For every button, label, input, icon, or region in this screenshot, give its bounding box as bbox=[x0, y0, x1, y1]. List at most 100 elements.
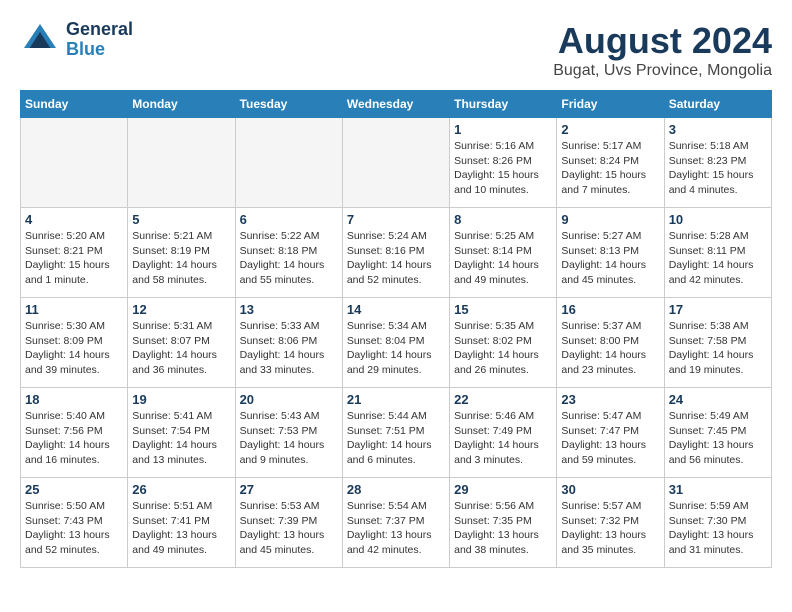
day-info: Sunrise: 5:16 AM Sunset: 8:26 PM Dayligh… bbox=[454, 139, 552, 198]
logo-text: General Blue bbox=[66, 20, 133, 60]
calendar-cell: 11 Sunrise: 5:30 AM Sunset: 8:09 PM Dayli… bbox=[21, 298, 128, 388]
calendar-cell: 5Sunrise: 5:21 AM Sunset: 8:19 PM Daylig… bbox=[128, 208, 235, 298]
calendar-cell: 6 Sunrise: 5:22 AM Sunset: 8:18 PM Daylig… bbox=[235, 208, 342, 298]
weekday-header: Saturday bbox=[664, 91, 771, 118]
calendar-table: SundayMondayTuesdayWednesdayThursdayFrid… bbox=[20, 90, 772, 568]
calendar-cell: 31Sunrise: 5:59 AM Sunset: 7:30 PM Dayli… bbox=[664, 478, 771, 568]
weekday-header: Thursday bbox=[450, 91, 557, 118]
day-number: 16 bbox=[561, 302, 659, 317]
calendar-cell bbox=[21, 118, 128, 208]
day-number: 4 bbox=[25, 212, 123, 227]
main-title: August 2024 bbox=[553, 20, 772, 62]
calendar-cell: 14 Sunrise: 5:34 AM Sunset: 8:04 PM Dayli… bbox=[342, 298, 449, 388]
calendar-cell: 1 Sunrise: 5:16 AM Sunset: 8:26 PM Daylig… bbox=[450, 118, 557, 208]
day-number: 11 bbox=[25, 302, 123, 317]
day-number: 25 bbox=[25, 482, 123, 497]
day-number: 28 bbox=[347, 482, 445, 497]
calendar-cell: 22Sunrise: 5:46 AM Sunset: 7:49 PM Dayli… bbox=[450, 388, 557, 478]
day-number: 19 bbox=[132, 392, 230, 407]
weekday-header-row: SundayMondayTuesdayWednesdayThursdayFrid… bbox=[21, 91, 772, 118]
calendar-cell bbox=[235, 118, 342, 208]
calendar-cell: 17 Sunrise: 5:38 AM Sunset: 7:58 PM Dayli… bbox=[664, 298, 771, 388]
calendar-cell: 23Sunrise: 5:47 AM Sunset: 7:47 PM Dayli… bbox=[557, 388, 664, 478]
calendar-cell: 19 Sunrise: 5:41 AM Sunset: 7:54 PM Dayli… bbox=[128, 388, 235, 478]
logo-icon bbox=[20, 20, 60, 60]
day-info: Sunrise: 5:41 AM Sunset: 7:54 PM Dayligh… bbox=[132, 409, 230, 468]
calendar-cell: 20 Sunrise: 5:43 AM Sunset: 7:53 PM Dayli… bbox=[235, 388, 342, 478]
day-info: Sunrise: 5:37 AM Sunset: 8:00 PM Dayligh… bbox=[561, 319, 659, 378]
day-info: Sunrise: 5:44 AM Sunset: 7:51 PM Dayligh… bbox=[347, 409, 445, 468]
day-number: 21 bbox=[347, 392, 445, 407]
calendar-week-row: 18 Sunrise: 5:40 AM Sunset: 7:56 PM Dayli… bbox=[21, 388, 772, 478]
weekday-header: Monday bbox=[128, 91, 235, 118]
day-info: Sunrise: 5:50 AM Sunset: 7:43 PM Dayligh… bbox=[25, 499, 123, 558]
day-number: 30 bbox=[561, 482, 659, 497]
page-header: General Blue August 2024 Bugat, Uvs Prov… bbox=[20, 20, 772, 80]
day-number: 9 bbox=[561, 212, 659, 227]
calendar-week-row: 4 Sunrise: 5:20 AM Sunset: 8:21 PM Daylig… bbox=[21, 208, 772, 298]
calendar-cell: 9 Sunrise: 5:27 AM Sunset: 8:13 PM Daylig… bbox=[557, 208, 664, 298]
calendar-cell: 28Sunrise: 5:54 AM Sunset: 7:37 PM Dayli… bbox=[342, 478, 449, 568]
calendar-cell: 8 Sunrise: 5:25 AM Sunset: 8:14 PM Daylig… bbox=[450, 208, 557, 298]
day-info: Sunrise: 5:20 AM Sunset: 8:21 PM Dayligh… bbox=[25, 229, 123, 288]
day-number: 1 bbox=[454, 122, 552, 137]
day-info: Sunrise: 5:17 AM Sunset: 8:24 PM Dayligh… bbox=[561, 139, 659, 198]
day-number: 13 bbox=[240, 302, 338, 317]
day-info: Sunrise: 5:30 AM Sunset: 8:09 PM Dayligh… bbox=[25, 319, 123, 378]
day-info: Sunrise: 5:24 AM Sunset: 8:16 PM Dayligh… bbox=[347, 229, 445, 288]
day-info: Sunrise: 5:53 AM Sunset: 7:39 PM Dayligh… bbox=[240, 499, 338, 558]
day-info: Sunrise: 5:43 AM Sunset: 7:53 PM Dayligh… bbox=[240, 409, 338, 468]
calendar-cell: 26 Sunrise: 5:51 AM Sunset: 7:41 PM Dayli… bbox=[128, 478, 235, 568]
day-info: Sunrise: 5:25 AM Sunset: 8:14 PM Dayligh… bbox=[454, 229, 552, 288]
calendar-cell: 21 Sunrise: 5:44 AM Sunset: 7:51 PM Dayli… bbox=[342, 388, 449, 478]
calendar-cell: 30 Sunrise: 5:57 AM Sunset: 7:32 PM Dayli… bbox=[557, 478, 664, 568]
day-number: 6 bbox=[240, 212, 338, 227]
day-info: Sunrise: 5:49 AM Sunset: 7:45 PM Dayligh… bbox=[669, 409, 767, 468]
calendar-cell: 10 Sunrise: 5:28 AM Sunset: 8:11 PM Dayli… bbox=[664, 208, 771, 298]
day-number: 8 bbox=[454, 212, 552, 227]
day-number: 15 bbox=[454, 302, 552, 317]
day-info: Sunrise: 5:18 AM Sunset: 8:23 PM Dayligh… bbox=[669, 139, 767, 198]
calendar-cell: 25 Sunrise: 5:50 AM Sunset: 7:43 PM Dayli… bbox=[21, 478, 128, 568]
day-info: Sunrise: 5:27 AM Sunset: 8:13 PM Dayligh… bbox=[561, 229, 659, 288]
weekday-header: Wednesday bbox=[342, 91, 449, 118]
day-info: Sunrise: 5:57 AM Sunset: 7:32 PM Dayligh… bbox=[561, 499, 659, 558]
day-info: Sunrise: 5:22 AM Sunset: 8:18 PM Dayligh… bbox=[240, 229, 338, 288]
day-number: 12 bbox=[132, 302, 230, 317]
day-number: 26 bbox=[132, 482, 230, 497]
calendar-cell: 18 Sunrise: 5:40 AM Sunset: 7:56 PM Dayli… bbox=[21, 388, 128, 478]
day-number: 24 bbox=[669, 392, 767, 407]
day-number: 27 bbox=[240, 482, 338, 497]
weekday-header: Tuesday bbox=[235, 91, 342, 118]
day-number: 22 bbox=[454, 392, 552, 407]
day-info: Sunrise: 5:59 AM Sunset: 7:30 PM Dayligh… bbox=[669, 499, 767, 558]
calendar-cell bbox=[128, 118, 235, 208]
day-info: Sunrise: 5:31 AM Sunset: 8:07 PM Dayligh… bbox=[132, 319, 230, 378]
day-info: Sunrise: 5:56 AM Sunset: 7:35 PM Dayligh… bbox=[454, 499, 552, 558]
calendar-cell bbox=[342, 118, 449, 208]
calendar-cell: 2 Sunrise: 5:17 AM Sunset: 8:24 PM Daylig… bbox=[557, 118, 664, 208]
calendar-cell: 3Sunrise: 5:18 AM Sunset: 8:23 PM Daylig… bbox=[664, 118, 771, 208]
calendar-cell: 13 Sunrise: 5:33 AM Sunset: 8:06 PM Dayli… bbox=[235, 298, 342, 388]
day-info: Sunrise: 5:51 AM Sunset: 7:41 PM Dayligh… bbox=[132, 499, 230, 558]
day-number: 2 bbox=[561, 122, 659, 137]
day-number: 10 bbox=[669, 212, 767, 227]
day-number: 7 bbox=[347, 212, 445, 227]
calendar-cell: 16 Sunrise: 5:37 AM Sunset: 8:00 PM Dayli… bbox=[557, 298, 664, 388]
day-number: 17 bbox=[669, 302, 767, 317]
day-number: 14 bbox=[347, 302, 445, 317]
day-info: Sunrise: 5:21 AM Sunset: 8:19 PM Dayligh… bbox=[132, 229, 230, 288]
calendar-cell: 15Sunrise: 5:35 AM Sunset: 8:02 PM Dayli… bbox=[450, 298, 557, 388]
weekday-header: Sunday bbox=[21, 91, 128, 118]
day-info: Sunrise: 5:33 AM Sunset: 8:06 PM Dayligh… bbox=[240, 319, 338, 378]
day-number: 18 bbox=[25, 392, 123, 407]
day-info: Sunrise: 5:38 AM Sunset: 7:58 PM Dayligh… bbox=[669, 319, 767, 378]
day-info: Sunrise: 5:34 AM Sunset: 8:04 PM Dayligh… bbox=[347, 319, 445, 378]
weekday-header: Friday bbox=[557, 91, 664, 118]
subtitle: Bugat, Uvs Province, Mongolia bbox=[553, 62, 772, 80]
logo: General Blue bbox=[20, 20, 133, 60]
day-number: 20 bbox=[240, 392, 338, 407]
day-info: Sunrise: 5:40 AM Sunset: 7:56 PM Dayligh… bbox=[25, 409, 123, 468]
calendar-cell: 12 Sunrise: 5:31 AM Sunset: 8:07 PM Dayli… bbox=[128, 298, 235, 388]
day-info: Sunrise: 5:28 AM Sunset: 8:11 PM Dayligh… bbox=[669, 229, 767, 288]
